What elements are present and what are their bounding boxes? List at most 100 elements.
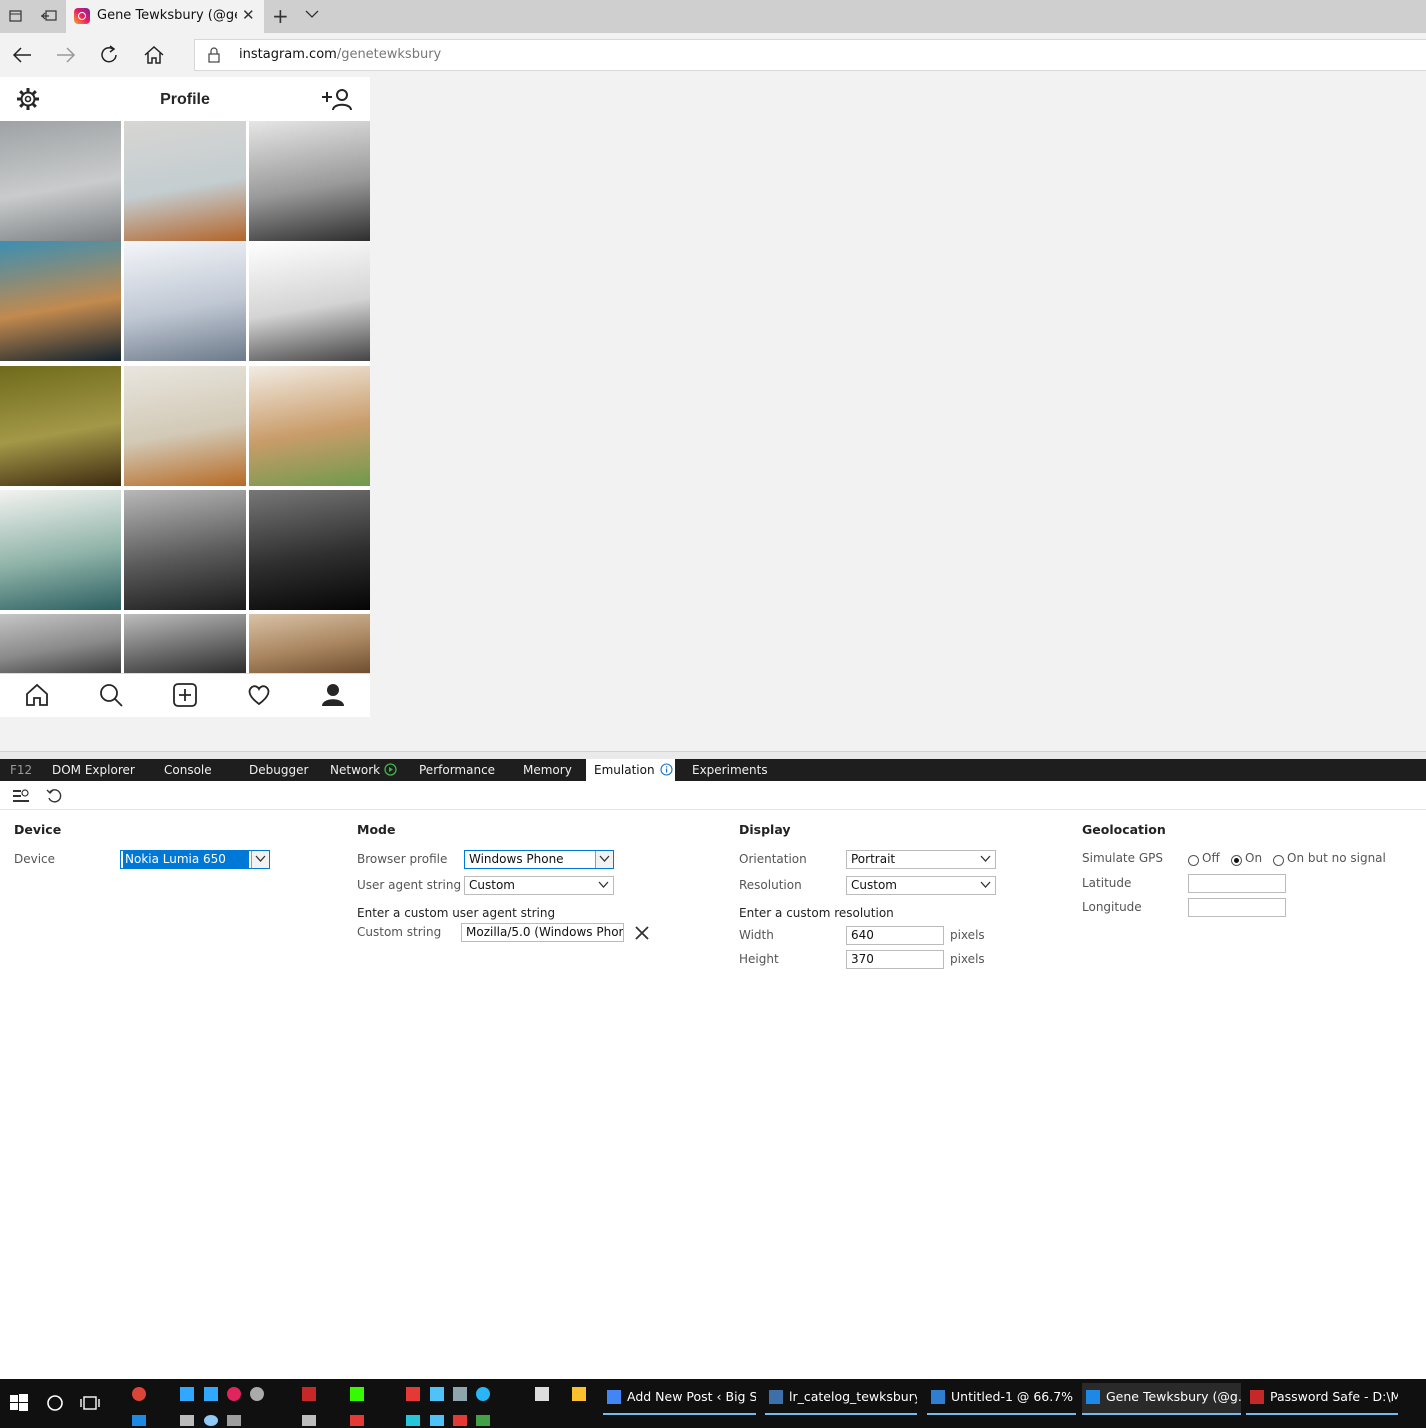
dreamweaver-icon[interactable] xyxy=(350,1387,364,1401)
password-safe-icon[interactable] xyxy=(302,1387,316,1401)
gps-on-radio[interactable] xyxy=(1231,855,1242,866)
folder-icon[interactable] xyxy=(572,1387,586,1401)
edge-icon[interactable] xyxy=(132,1415,146,1426)
custom-string-input[interactable]: Mozilla/5.0 (Windows Phone xyxy=(461,923,624,942)
gps-no-signal-radio[interactable] xyxy=(1273,855,1284,866)
search-icon[interactable] xyxy=(98,682,124,711)
grid-photo[interactable] xyxy=(124,366,246,486)
sheet-icon[interactable] xyxy=(476,1415,490,1426)
task-view-icon[interactable] xyxy=(80,1394,100,1415)
lightroom-icon[interactable] xyxy=(204,1387,218,1401)
network-record-icon[interactable] xyxy=(380,763,397,777)
quicktime-icon[interactable] xyxy=(406,1387,420,1401)
devtools-tab-experiments[interactable]: Experiments xyxy=(684,759,776,781)
devtools-tab-debugger[interactable]: Debugger xyxy=(241,759,316,781)
refresh-icon[interactable] xyxy=(98,44,122,66)
screenshot-icon[interactable] xyxy=(227,1415,241,1426)
app-icon[interactable] xyxy=(430,1415,444,1426)
taskbar-window-button[interactable]: Untitled-1 @ 66.7% (L... xyxy=(927,1383,1076,1415)
devtools-tab-dom-explorer[interactable]: DOM Explorer xyxy=(44,759,143,781)
info-icon[interactable] xyxy=(655,763,673,777)
devtools-tab-label: Performance xyxy=(419,763,496,777)
browser-profile-dropdown-button[interactable] xyxy=(595,851,613,868)
height-input[interactable]: 370 xyxy=(846,950,944,969)
tab-instagram[interactable]: Gene Tewksbury (@gen ✕ xyxy=(66,0,264,33)
grid-photo[interactable] xyxy=(249,366,370,486)
windows-start-icon[interactable] xyxy=(10,1394,28,1415)
app-icon xyxy=(769,1390,783,1404)
home-icon[interactable] xyxy=(142,44,166,66)
devtools-tab-emulation[interactable]: Emulation xyxy=(586,759,675,781)
user-agent-select[interactable]: Custom xyxy=(464,876,614,895)
acrobat-icon[interactable] xyxy=(453,1415,467,1426)
photoshop-icon[interactable] xyxy=(180,1387,194,1401)
clear-custom-string-icon[interactable] xyxy=(634,925,650,944)
browser-profile-select[interactable]: Windows Phone xyxy=(464,850,614,869)
notes-icon[interactable] xyxy=(430,1387,444,1401)
add-user-icon[interactable] xyxy=(320,87,354,114)
gps-off-radio[interactable] xyxy=(1188,855,1199,866)
device-select[interactable]: Nokia Lumia 650 xyxy=(120,850,270,869)
forward-arrow-icon[interactable] xyxy=(54,44,78,66)
grid-photo[interactable] xyxy=(249,121,370,241)
grid-photo[interactable] xyxy=(249,490,370,610)
taskbar-window-button[interactable]: Add New Post ‹ Big S... xyxy=(603,1383,756,1415)
window-icon[interactable] xyxy=(453,1387,467,1401)
close-tab-icon[interactable]: ✕ xyxy=(242,6,255,24)
grid-photo[interactable] xyxy=(249,614,370,673)
taskbar-window-label: Add New Post ‹ Big S... xyxy=(627,1389,756,1404)
aperture-icon[interactable] xyxy=(250,1387,264,1401)
app-icon[interactable] xyxy=(406,1415,420,1426)
home-icon[interactable] xyxy=(24,682,50,711)
profile-icon[interactable] xyxy=(320,682,346,711)
devtools-tab-label: Experiments xyxy=(692,763,768,777)
globe-icon[interactable] xyxy=(476,1387,490,1401)
filezilla-icon[interactable] xyxy=(350,1415,364,1426)
longitude-input[interactable] xyxy=(1188,898,1286,917)
width-input[interactable]: 640 xyxy=(846,926,944,945)
vp-icon[interactable] xyxy=(180,1415,194,1426)
windows-taskbar: Add New Post ‹ Big S... lr_catelog_tewksb… xyxy=(0,1379,1426,1428)
devtools-tab-f12[interactable]: F12 xyxy=(2,759,40,781)
devtools-tab-console[interactable]: Console xyxy=(156,759,220,781)
grid-photo[interactable] xyxy=(0,614,121,673)
devtools-tab-memory[interactable]: Memory xyxy=(515,759,580,781)
grid-photo[interactable] xyxy=(249,241,370,361)
device-dropdown-button[interactable] xyxy=(251,851,269,868)
grid-photo[interactable] xyxy=(0,121,121,241)
taskbar-window-button[interactable]: Gene Tewksbury (@g... xyxy=(1082,1383,1241,1415)
orientation-label: Orientation xyxy=(739,852,807,866)
store-icon[interactable] xyxy=(535,1387,549,1401)
taskbar-window-button[interactable]: lr_catelog_tewksbury ... xyxy=(765,1383,917,1415)
tab-list-icon[interactable] xyxy=(8,8,26,24)
grid-photo[interactable] xyxy=(124,490,246,610)
devtools-tab-network[interactable]: Network xyxy=(322,759,405,781)
back-arrow-icon[interactable] xyxy=(10,44,34,66)
grid-photo[interactable] xyxy=(0,366,121,486)
taskbar-window-button[interactable]: Password Safe - D:\M... xyxy=(1246,1383,1398,1415)
set-aside-tabs-icon[interactable] xyxy=(40,8,58,24)
tab-preview-chevron-icon[interactable] xyxy=(304,7,320,24)
grid-photo[interactable] xyxy=(124,241,246,361)
resolution-select[interactable]: Custom xyxy=(846,876,996,895)
heart-icon[interactable] xyxy=(246,682,272,711)
chrome-icon[interactable] xyxy=(132,1387,146,1401)
grid-photo[interactable] xyxy=(0,490,121,610)
reset-emulation-icon[interactable] xyxy=(46,788,62,807)
url-input[interactable]: instagram.com/genetewksbury xyxy=(194,39,1426,71)
devtools-splitter[interactable] xyxy=(0,751,1426,759)
camera-icon[interactable] xyxy=(204,1415,218,1426)
grid-photo[interactable] xyxy=(124,121,246,241)
latitude-input[interactable] xyxy=(1188,874,1286,893)
chevron-down-icon xyxy=(598,881,609,888)
devtools-tab-performance[interactable]: Performance xyxy=(411,759,503,781)
orientation-select[interactable]: Portrait xyxy=(846,850,996,869)
persist-emulation-icon[interactable] xyxy=(12,788,30,807)
new-tab-icon[interactable]: + xyxy=(272,4,289,28)
new-post-icon[interactable] xyxy=(172,682,198,711)
camera-raw-icon[interactable] xyxy=(227,1387,241,1401)
grid-photo[interactable] xyxy=(124,614,246,673)
bug-icon[interactable] xyxy=(302,1415,316,1426)
cortana-icon[interactable] xyxy=(46,1394,64,1415)
grid-photo[interactable] xyxy=(0,241,121,361)
